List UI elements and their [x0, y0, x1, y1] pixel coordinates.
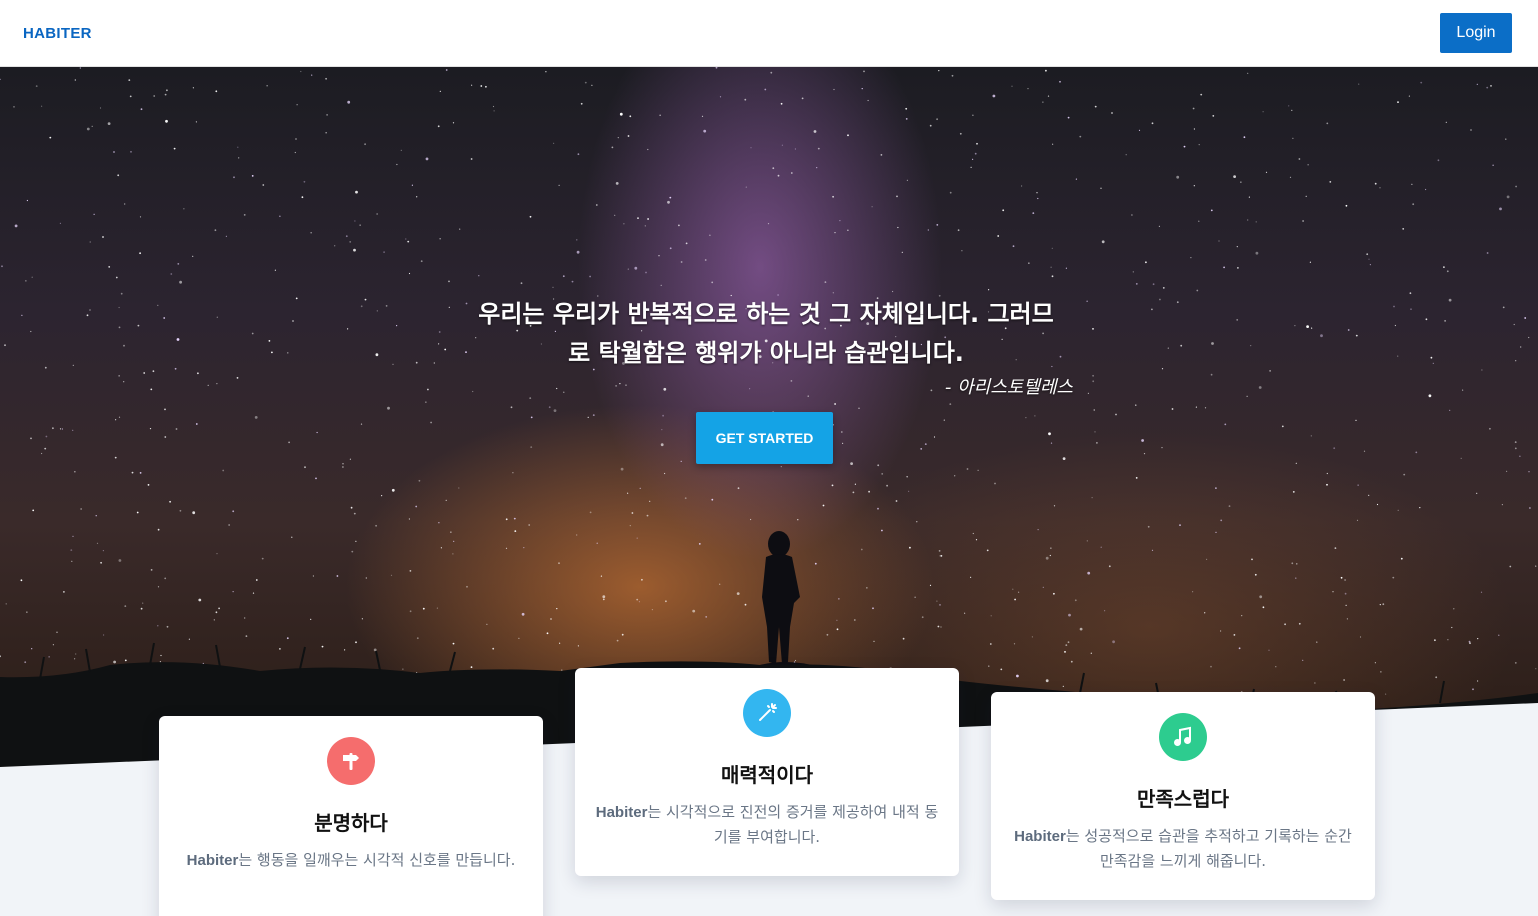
brand-logo[interactable]: HABITER	[23, 25, 92, 42]
card-text: 는 행동을 일깨우는 시각적 신호를 만듭니다.	[238, 851, 516, 869]
card-description: Habiter는 시각적으로 진전의 증거를 제공하여 내적 동기를 부여합니다…	[589, 800, 945, 849]
login-button[interactable]: Login	[1440, 13, 1512, 53]
card-title: 만족스럽다	[1137, 787, 1229, 811]
card-description: Habiter는 행동을 일깨우는 시각적 신호를 만듭니다.	[173, 848, 529, 873]
feature-card-attractive: 매력적이다 Habiter는 시각적으로 진전의 증거를 제공하여 내적 동기를…	[575, 668, 959, 876]
quote-author: - 아리스토텔레스	[944, 377, 1073, 398]
hero-quote-line1: 우리는 우리가 반복적으로 하는 것 그 자체입니다. 그러므	[478, 300, 1054, 328]
hero-quote: 우리는 우리가 반복적으로 하는 것 그 자체입니다. 그러므 로 탁월함은 행…	[459, 295, 1073, 373]
card-brand: Habiter	[595, 804, 648, 821]
feature-card-satisfying: 만족스럽다 Habiter는 성공적으로 습관을 추적하고 기록하는 순간 만족…	[991, 692, 1375, 900]
card-title: 분명하다	[314, 811, 388, 835]
navbar: HABITER Login	[0, 0, 1538, 67]
magic-wand-icon	[743, 689, 791, 737]
hero-section: 우리는 우리가 반복적으로 하는 것 그 자체입니다. 그러므 로 탁월함은 행…	[0, 67, 1538, 767]
card-brand: Habiter	[1014, 828, 1066, 845]
card-description: Habiter는 성공적으로 습관을 추적하고 기록하는 순간 만족감을 느끼게…	[1005, 824, 1361, 873]
card-text: 는 시각적으로 진전의 증거를 제공하여 내적 동기를 부여합니다.	[647, 803, 939, 846]
signpost-icon	[327, 737, 375, 785]
card-title: 매력적이다	[721, 763, 813, 787]
hero-quote-line2: 로 탁월함은 행위가 아니라 습관입니다.	[568, 339, 964, 367]
music-note-icon	[1159, 713, 1207, 761]
card-brand: Habiter	[186, 852, 239, 869]
get-started-button[interactable]: GET STARTED	[696, 412, 833, 464]
card-text: 는 성공적으로 습관을 추적하고 기록하는 순간 만족감을 느끼게 해줍니다.	[1065, 827, 1352, 870]
feature-card-clear: 분명하다 Habiter는 행동을 일깨우는 시각적 신호를 만듭니다.	[159, 716, 543, 916]
